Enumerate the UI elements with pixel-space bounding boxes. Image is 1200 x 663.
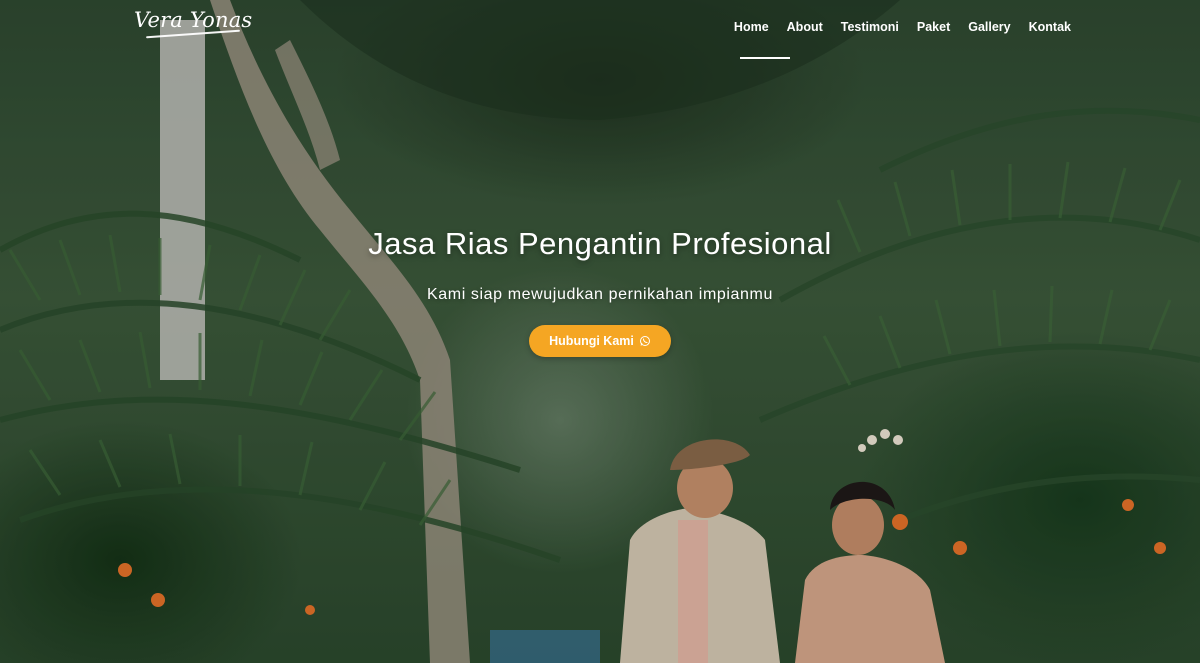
nav-about[interactable]: About [778,20,832,34]
nav-testimoni[interactable]: Testimoni [832,20,908,34]
hero-title: Jasa Rias Pengantin Profesional [368,226,832,261]
main-nav: Home About Testimoni Paket Gallery Konta… [725,20,1080,34]
contact-us-button[interactable]: Hubungi Kami [529,325,671,357]
nav-paket[interactable]: Paket [908,20,959,34]
whatsapp-icon [639,336,650,346]
nav-kontak[interactable]: Kontak [1020,20,1080,34]
hero-subtitle: Kami siap mewujudkan pernikahan impianmu [427,286,773,303]
navbar: Vera Yonas Home About Testimoni Paket Ga… [0,0,1200,60]
nav-active-indicator [740,57,790,59]
cta-label: Hubungi Kami [549,334,634,348]
nav-gallery[interactable]: Gallery [959,20,1019,34]
logo[interactable]: Vera Yonas [134,8,252,32]
nav-home[interactable]: Home [725,20,778,34]
